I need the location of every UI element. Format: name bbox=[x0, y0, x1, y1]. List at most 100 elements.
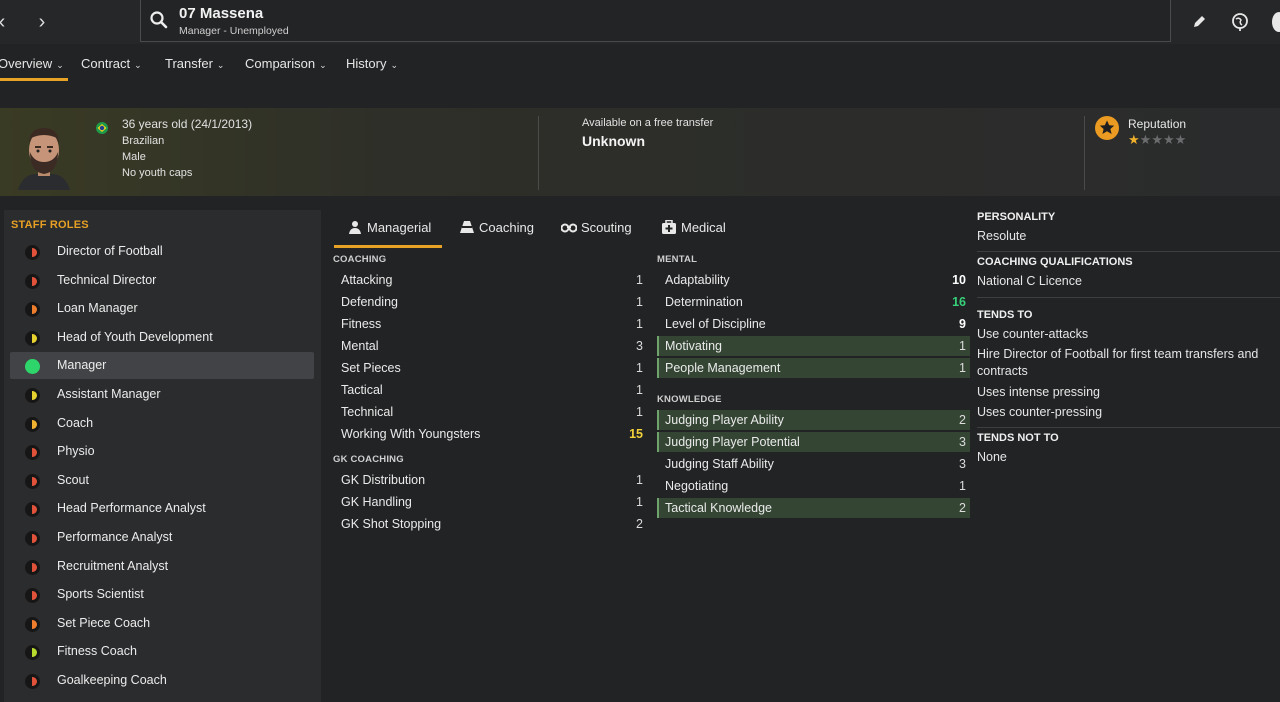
attribute-row[interactable]: GK Shot Stopping 2 bbox=[333, 514, 647, 534]
staff-role-row[interactable]: Set Piece Coach bbox=[10, 610, 314, 637]
tab-overview[interactable]: Overview ⌄ bbox=[0, 56, 64, 71]
attribute-name: GK Distribution bbox=[341, 473, 426, 487]
attribute-row[interactable]: Level of Discipline 9 bbox=[657, 314, 970, 334]
attribute-row[interactable]: Negotiating 1 bbox=[657, 476, 970, 496]
forward-arrow-icon[interactable]: › bbox=[32, 10, 52, 34]
attribute-value: 2 bbox=[959, 413, 966, 427]
reputation-star-icon bbox=[1095, 116, 1119, 140]
attribute-row[interactable]: Determination 16 bbox=[657, 292, 970, 312]
attribute-row[interactable]: Judging Player Ability 2 bbox=[657, 410, 970, 430]
attribute-value: 1 bbox=[636, 383, 643, 397]
manager-icon bbox=[349, 221, 361, 234]
attribute-row[interactable]: Attacking 1 bbox=[333, 270, 647, 290]
attribute-row[interactable]: Motivating 1 bbox=[657, 336, 970, 356]
attribute-name: Technical bbox=[341, 405, 394, 419]
attribute-row[interactable]: Mental 3 bbox=[333, 336, 647, 356]
staff-role-row[interactable]: Coach bbox=[10, 410, 314, 437]
globe-icon[interactable] bbox=[1229, 11, 1251, 33]
tab-medical[interactable]: Medical bbox=[661, 220, 726, 235]
attribute-row[interactable]: Fitness 1 bbox=[333, 314, 647, 334]
attribute-row[interactable]: Adaptability 10 bbox=[657, 270, 970, 290]
staff-role-row[interactable]: Physio bbox=[10, 438, 314, 465]
attribute-row[interactable]: Judging Staff Ability 3 bbox=[657, 454, 970, 474]
staff-role-row[interactable]: Sports Scientist bbox=[10, 581, 314, 608]
attribute-row[interactable]: People Management 1 bbox=[657, 358, 970, 378]
page-subtitle: Manager - Unemployed bbox=[179, 25, 289, 37]
edit-pencil-icon[interactable] bbox=[1188, 11, 1210, 33]
staff-role-row[interactable]: Director of Football bbox=[10, 238, 314, 265]
attribute-value: 3 bbox=[959, 435, 966, 449]
tends-to-item: Hire Director of Football for first team… bbox=[977, 347, 1259, 378]
back-arrow-icon[interactable]: ‹ bbox=[0, 10, 12, 34]
attribute-name: Attacking bbox=[341, 273, 393, 287]
attribute-name: Determination bbox=[665, 295, 743, 309]
tends-to-title: TENDS TO bbox=[977, 309, 1033, 321]
tab-managerial[interactable]: Managerial bbox=[347, 220, 431, 235]
role-suitability-icon bbox=[25, 388, 40, 403]
attribute-name: Judging Player Ability bbox=[665, 413, 784, 427]
profile-icon[interactable] bbox=[1272, 12, 1280, 32]
role-suitability-icon bbox=[25, 559, 40, 575]
staff-role-row[interactable]: Head of Youth Development bbox=[10, 324, 314, 351]
attribute-row[interactable]: GK Handling 1 bbox=[333, 492, 647, 512]
flag-brazil-icon bbox=[96, 122, 108, 134]
divider bbox=[1084, 116, 1085, 190]
staff-role-label: Head of Youth Development bbox=[57, 329, 213, 344]
knowledge-section-title: KNOWLEDGE bbox=[657, 394, 722, 405]
attribute-name: Working With Youngsters bbox=[341, 427, 481, 441]
attribute-name: Motivating bbox=[665, 339, 722, 353]
divider bbox=[977, 297, 1280, 298]
staff-role-row[interactable]: Manager bbox=[10, 352, 314, 380]
search-icon[interactable] bbox=[149, 10, 169, 30]
tab-comparison[interactable]: Comparison ⌄ bbox=[245, 56, 327, 71]
qualifications-title: COACHING QUALIFICATIONS bbox=[977, 256, 1133, 268]
staff-role-label: Coach bbox=[57, 415, 94, 430]
tab-scouting[interactable]: Scouting bbox=[561, 220, 632, 235]
tends-to-item: Uses intense pressing bbox=[977, 385, 1100, 399]
staff-role-row[interactable]: Fitness Coach bbox=[10, 638, 314, 665]
search-box[interactable]: 07 Massena Manager - Unemployed bbox=[140, 0, 1171, 42]
staff-role-row[interactable]: Goalkeeping Coach bbox=[10, 667, 314, 694]
staff-role-row[interactable]: Loan Manager bbox=[10, 295, 314, 322]
staff-role-row[interactable]: Scout bbox=[10, 467, 314, 494]
staff-role-row[interactable]: Technical Director bbox=[10, 267, 314, 294]
staff-role-row[interactable]: Recruitment Analyst bbox=[10, 553, 314, 580]
active-tab-underline bbox=[0, 78, 68, 81]
staff-role-label: Manager bbox=[57, 358, 107, 373]
staff-role-row[interactable]: Head Performance Analyst bbox=[10, 495, 314, 522]
staff-roles-panel: STAFF ROLES Director of Football Technica… bbox=[4, 210, 321, 702]
attribute-row[interactable]: Technical 1 bbox=[333, 402, 647, 422]
attribute-name: Adaptability bbox=[665, 273, 730, 287]
attribute-row[interactable]: Defending 1 bbox=[333, 292, 647, 312]
attribute-row[interactable]: Set Pieces 1 bbox=[333, 358, 647, 378]
tab-contract[interactable]: Contract ⌄ bbox=[81, 56, 142, 71]
role-suitability-icon bbox=[25, 473, 40, 489]
attribute-row[interactable]: Working With Youngsters 15 bbox=[333, 424, 647, 444]
attribute-row[interactable]: Tactical 1 bbox=[333, 380, 647, 400]
attribute-value: 2 bbox=[636, 517, 643, 531]
attribute-row[interactable]: GK Distribution 1 bbox=[333, 470, 647, 490]
transfer-value: Unknown bbox=[582, 133, 645, 149]
binoculars-icon bbox=[561, 223, 577, 233]
role-suitability-icon bbox=[25, 302, 40, 318]
attribute-value: 2 bbox=[959, 501, 966, 515]
active-attr-tab-underline bbox=[334, 245, 442, 248]
attribute-value: 10 bbox=[952, 273, 966, 287]
tab-history[interactable]: History ⌄ bbox=[346, 56, 398, 71]
staff-role-row[interactable]: Assistant Manager bbox=[10, 381, 314, 408]
tends-to-item: Uses counter-pressing bbox=[977, 405, 1103, 419]
tab-coaching[interactable]: Coaching bbox=[459, 220, 534, 235]
staff-role-label: Fitness Coach bbox=[57, 644, 137, 659]
role-suitability-icon bbox=[25, 273, 40, 289]
avatar bbox=[18, 128, 70, 190]
attribute-value: 16 bbox=[952, 295, 966, 309]
role-suitability-icon bbox=[25, 359, 40, 375]
tab-transfer[interactable]: Transfer ⌄ bbox=[165, 56, 224, 71]
attribute-row[interactable]: Tactical Knowledge 2 bbox=[657, 498, 970, 518]
staff-role-row[interactable]: Performance Analyst bbox=[10, 524, 314, 551]
top-bar: ‹ › 07 Massena Manager - Unemployed bbox=[0, 0, 1280, 44]
divider bbox=[977, 251, 1280, 252]
attribute-name: Level of Discipline bbox=[665, 317, 766, 331]
attribute-row[interactable]: Judging Player Potential 3 bbox=[657, 432, 970, 452]
attribute-value: 15 bbox=[629, 427, 643, 441]
